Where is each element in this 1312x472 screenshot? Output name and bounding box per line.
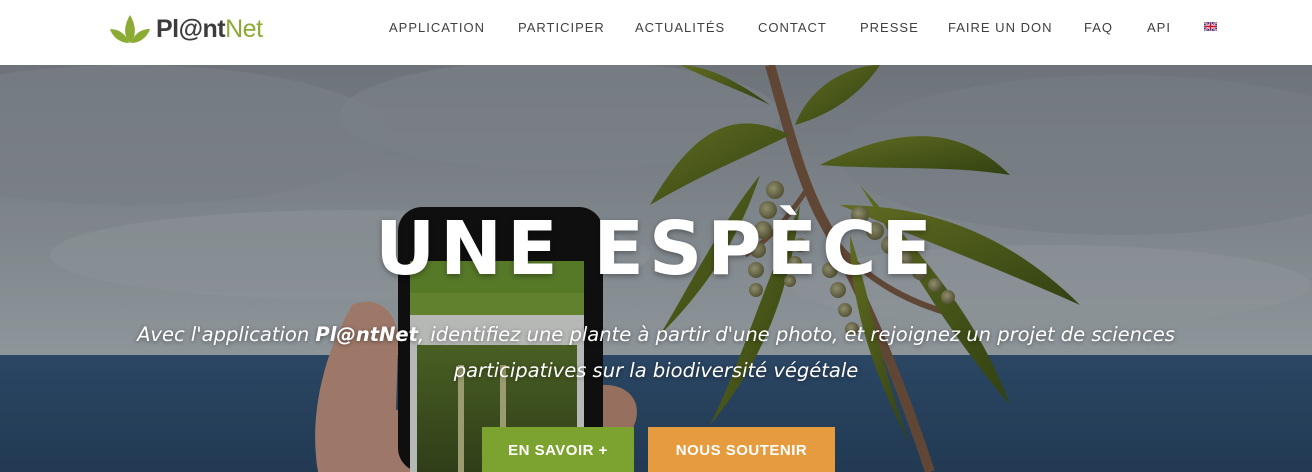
nav-item-contact[interactable]: CONTACT [758,19,827,37]
support-us-button[interactable]: NOUS SOUTENIR [648,427,835,472]
nav-item-presse[interactable]: PRESSE [860,19,919,37]
nav-item-faq[interactable]: FAQ [1084,19,1113,37]
top-navbar: Pl@ntNet APPLICATION PARTICIPER ACTUALIT… [0,0,1312,65]
hero-subtitle-brand: Pl@ntNet [315,323,418,346]
hero-title: UNE ESPÈCE [375,206,937,292]
hero-subtitle-rest: , identifiez une plante à partir d'une p… [417,323,1175,382]
learn-more-button[interactable]: EN SAVOIR + [482,427,634,472]
nav-item-participer[interactable]: PARTICIPER [518,19,605,37]
main-nav: APPLICATION PARTICIPER ACTUALITÉS CONTAC… [0,19,1312,37]
hero-subtitle: Avec l'application Pl@ntNet, identifiez … [70,317,1242,389]
nav-item-api[interactable]: API [1147,19,1171,37]
nav-item-faire-un-don[interactable]: FAIRE UN DON [948,19,1052,37]
hero-section: UNE ESPÈCE Avec l'application Pl@ntNet, … [0,65,1312,472]
uk-flag-icon[interactable] [1204,22,1217,31]
hero-subtitle-intro: Avec l'application [137,323,316,346]
nav-item-application[interactable]: APPLICATION [389,19,485,37]
nav-item-actualites[interactable]: ACTUALITÉS [635,19,725,37]
